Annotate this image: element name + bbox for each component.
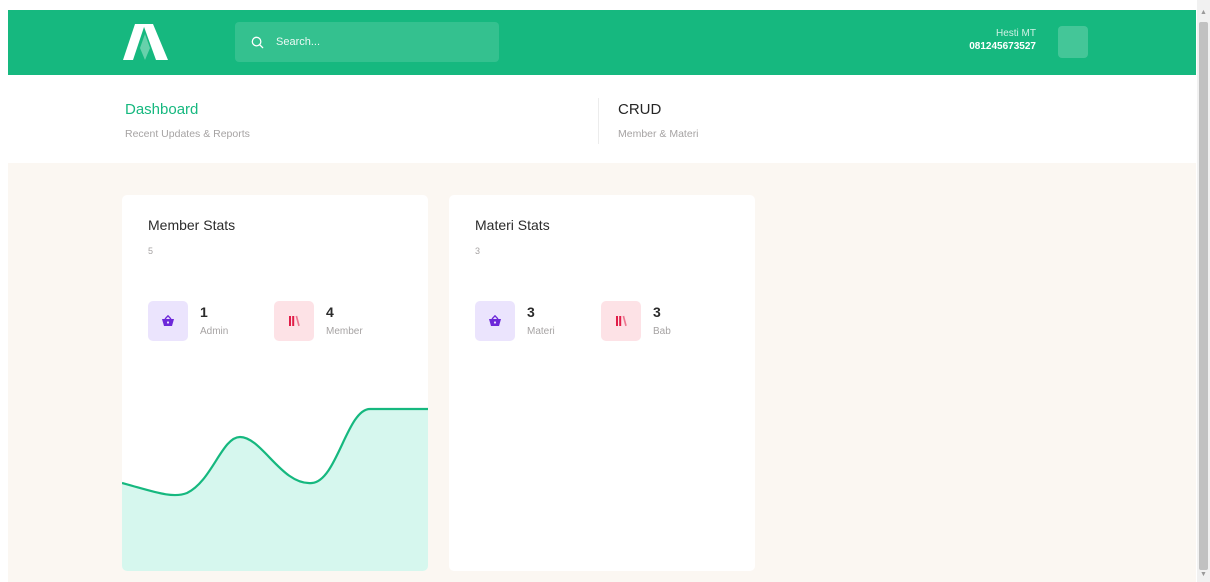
scroll-down-arrow-icon[interactable]: ▼ [1197,570,1210,580]
books-icon [274,301,314,341]
card-title: Member Stats [148,217,236,233]
top-header: Hesti MT 081245673527 [8,10,1196,75]
member-trend-chart [122,407,428,571]
dashboard-page: Hesti MT 081245673527 Dashboard Recent U… [8,10,1196,582]
stat-label: Admin [200,326,229,337]
stat-label: Member [326,326,363,337]
user-name: Hesti MT [996,28,1036,39]
basket-icon [148,301,188,341]
vertical-scrollbar[interactable]: ▲ ▼ [1197,0,1210,582]
stat-value: 1 [200,304,208,320]
logo-icon[interactable] [123,24,168,60]
search-icon [251,36,264,48]
nav-subtitle: Member & Materi [618,128,699,140]
books-icon [601,301,641,341]
materi-stats-card: Materi Stats 3 3 Materi 3 Bab [449,195,755,571]
card-title: Materi Stats [475,217,550,233]
sub-navigation: Dashboard Recent Updates & Reports CRUD … [8,75,1196,163]
nav-item-crud[interactable]: CRUD Member & Materi [598,98,699,144]
user-info[interactable]: Hesti MT 081245673527 [969,28,1036,54]
card-total: 3 [475,246,481,256]
browser-viewport: Hesti MT 081245673527 Dashboard Recent U… [0,0,1210,582]
card-total: 5 [148,246,154,256]
member-stats-card: Member Stats 5 1 Admin 4 Member [122,195,428,571]
stat-value: 3 [527,304,535,320]
scrollbar-thumb[interactable] [1199,22,1208,570]
stat-label: Bab [653,326,671,337]
avatar[interactable] [1058,26,1088,58]
nav-title: CRUD [618,101,662,118]
nav-item-dashboard[interactable]: Dashboard Recent Updates & Reports [125,101,250,140]
stat-value: 4 [326,304,334,320]
search-box[interactable] [235,22,499,62]
nav-title: Dashboard [125,101,199,118]
scroll-up-arrow-icon[interactable]: ▲ [1197,8,1210,18]
user-phone: 081245673527 [969,41,1036,52]
search-input[interactable] [276,36,476,48]
stat-value: 3 [653,304,661,320]
stat-label: Materi [527,326,555,337]
basket-icon [475,301,515,341]
chart-area [122,409,428,571]
nav-subtitle: Recent Updates & Reports [125,128,250,140]
